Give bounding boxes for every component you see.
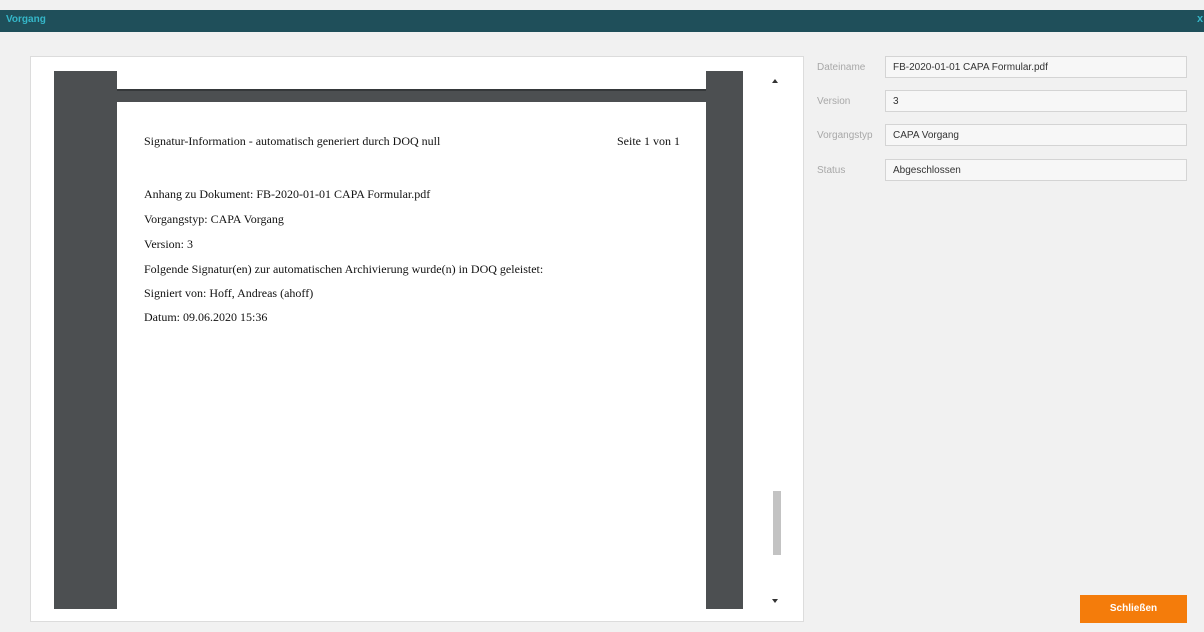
doc-line-signed-by: Signiert von: Hoff, Andreas (ahoff) (144, 286, 314, 300)
doc-line-version: Version: 3 (144, 237, 193, 251)
filename-label: Dateiname (817, 62, 866, 73)
page-number: Seite 1 von 1 (617, 134, 680, 148)
dialog-title: Vorgang (6, 14, 46, 25)
version-field[interactable]: 3 (885, 90, 1187, 112)
doc-line-date: Datum: 09.06.2020 15:36 (144, 310, 268, 324)
process-type-field[interactable]: CAPA Vorgang (885, 124, 1187, 146)
doc-line-process-type: Vorgangstyp: CAPA Vorgang (144, 212, 284, 226)
version-label: Version (817, 96, 851, 107)
close-icon[interactable]: x (1197, 13, 1203, 25)
doc-line-attachment: Anhang zu Dokument: FB-2020-01-01 CAPA F… (144, 187, 431, 201)
document-viewer: Signatur-Information - automatisch gener… (30, 56, 804, 622)
filename-field[interactable]: FB-2020-01-01 CAPA Formular.pdf (885, 56, 1187, 78)
doc-line-signatures: Folgende Signatur(en) zur automatischen … (144, 262, 544, 276)
status-label: Status (817, 165, 846, 176)
previous-page-bottom (117, 71, 706, 91)
scrollbar-thumb[interactable] (773, 491, 781, 555)
pdf-viewport[interactable]: Signatur-Information - automatisch gener… (54, 71, 743, 609)
page-header-text: Signatur-Information - automatisch gener… (144, 134, 441, 148)
scroll-down-icon[interactable] (772, 599, 778, 603)
close-button[interactable]: Schließen (1080, 595, 1187, 623)
scroll-up-icon[interactable] (772, 79, 778, 83)
vertical-scrollbar[interactable] (770, 71, 782, 609)
process-type-label: Vorgangstyp (817, 130, 873, 141)
status-field[interactable]: Abgeschlossen (885, 159, 1187, 181)
dialog-titlebar: Vorgang x (0, 10, 1204, 32)
pdf-page: Signatur-Information - automatisch gener… (117, 102, 706, 609)
